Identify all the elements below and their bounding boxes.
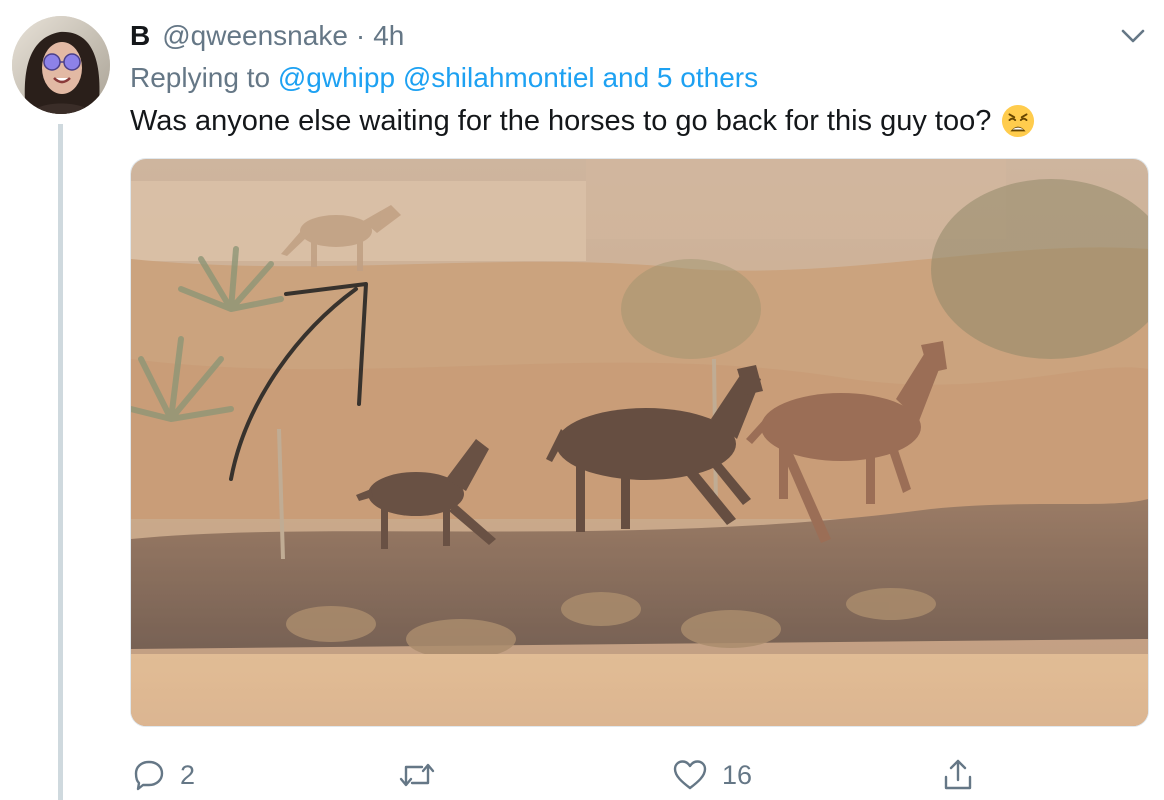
replying-prefix: Replying to (130, 62, 271, 93)
timestamp[interactable]: 4h (373, 20, 404, 52)
weary-face-emoji (1002, 104, 1035, 138)
like-count: 16 (722, 759, 753, 790)
tweet: B @qweensnake · 4h Replying to @gwhipp @… (0, 0, 1164, 800)
like-button[interactable]: 16 (672, 752, 752, 798)
action-bar: 2 16 (0, 752, 1164, 798)
avatar-image (12, 16, 110, 114)
chevron-down-icon (1121, 29, 1145, 43)
user-handle[interactable]: @qweensnake (162, 20, 348, 52)
thread-line (58, 124, 63, 800)
reply-count: 2 (180, 759, 196, 790)
reply-button[interactable]: 2 (132, 752, 195, 798)
replying-to: Replying to @gwhipp @shilahmontiel and 5… (130, 60, 758, 96)
heart-icon (673, 760, 707, 790)
reply-mention-others[interactable]: and 5 others (602, 62, 758, 93)
tweet-body: Was anyone else waiting for the horses t… (130, 105, 992, 137)
avatar[interactable] (12, 16, 110, 114)
share-button[interactable] (940, 752, 976, 798)
share-upload-icon (944, 759, 972, 790)
tweet-header: B @qweensnake · 4h (130, 18, 404, 54)
tweet-text: Was anyone else waiting for the horses t… (130, 101, 1035, 141)
display-name[interactable]: B (130, 20, 150, 52)
horses-in-smoke-image (131, 159, 1148, 726)
retweet-button[interactable] (398, 752, 450, 798)
retweet-icon (399, 763, 435, 787)
tweet-media-image[interactable] (130, 158, 1149, 727)
reply-mention-shilahmontiel[interactable]: @shilahmontiel (403, 62, 595, 93)
speech-bubble-icon (134, 760, 164, 791)
more-options-button[interactable] (1118, 24, 1148, 48)
reply-mention-gwhipp[interactable]: @gwhipp (278, 62, 395, 93)
separator-dot: · (355, 20, 366, 51)
